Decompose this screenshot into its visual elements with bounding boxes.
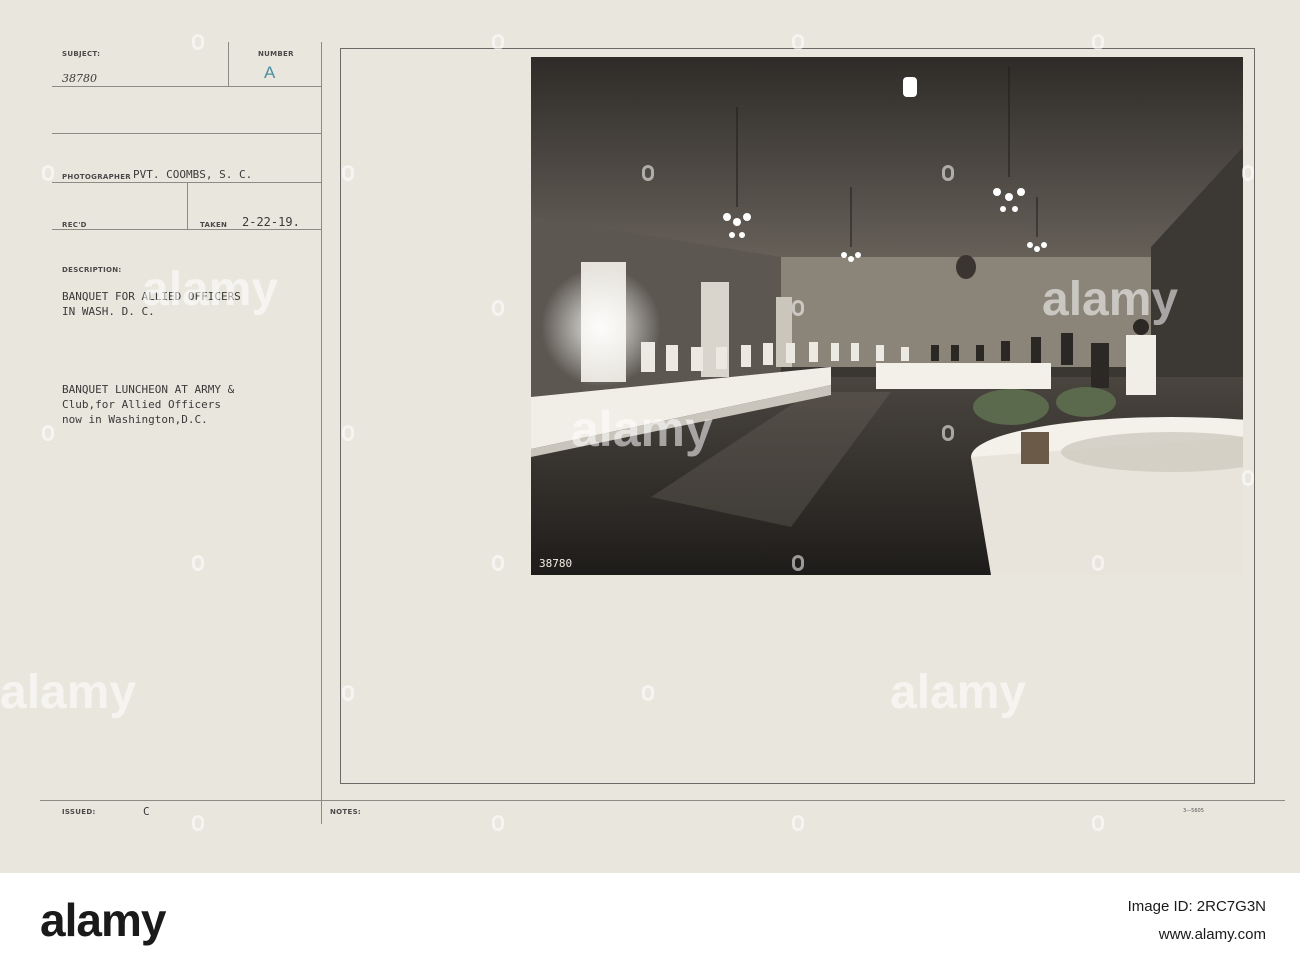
number-stamp: A: [264, 63, 276, 82]
watermark-mark: [942, 425, 954, 441]
subject-label: SUBJECT:: [62, 50, 101, 58]
watermark-mark: [342, 425, 354, 441]
watermark-top-left: alamy: [142, 263, 279, 316]
bottom-divider: [40, 800, 1285, 801]
watermark-mark: [192, 815, 204, 831]
caption-line-2: Club,for Allied Officers: [62, 398, 221, 411]
subject-number-divider: [228, 42, 229, 87]
watermark-mark: [192, 555, 204, 571]
watermark-mark: [492, 34, 504, 50]
watermark-mark: [1092, 34, 1104, 50]
watermark-mark: [642, 165, 654, 181]
watermark-mark: [1092, 815, 1104, 831]
watermark-photo-top: alamy: [1042, 273, 1179, 326]
vertical-divider-left: [321, 42, 322, 824]
recd-label: REC'D: [62, 221, 87, 229]
watermark-mark: [1092, 555, 1104, 571]
form-code: 3—5605: [1183, 808, 1204, 814]
watermark-mark: [942, 165, 954, 181]
number-label: NUMBER: [258, 50, 294, 58]
watermark-mark: [492, 815, 504, 831]
negative-number: 38780: [539, 557, 573, 570]
description-label: DESCRIPTION:: [62, 266, 122, 274]
watermark-mark: [792, 555, 804, 571]
watermark-mark: [792, 34, 804, 50]
watermark-mark: [1242, 165, 1254, 181]
watermark-mark: [42, 425, 54, 441]
watermark-center: alamy: [571, 401, 713, 457]
watermark-bottom-right: alamy: [890, 666, 1027, 719]
photographer-label: PHOTOGRAPHER: [62, 173, 131, 181]
watermark-mark: [792, 815, 804, 831]
subject-value: 38780: [62, 72, 97, 85]
header-divider: [52, 133, 321, 134]
alamy-logo[interactable]: alamy: [40, 893, 166, 947]
watermark-mark: [1242, 470, 1254, 486]
watermark-mark: [642, 685, 654, 701]
recd-taken-divider: [187, 183, 188, 229]
site-url[interactable]: www.alamy.com: [1159, 926, 1266, 943]
taken-underline: [52, 229, 321, 230]
watermark-bottom-left: alamy: [0, 666, 137, 719]
issued-label: ISSUED:: [62, 808, 96, 816]
watermark-mark: [42, 165, 54, 181]
taken-label: TAKEN: [200, 221, 228, 229]
subject-underline: [52, 86, 321, 87]
stock-footer: [0, 873, 1300, 963]
watermark-mark: [342, 165, 354, 181]
caption-line-3: now in Washington,D.C.: [62, 413, 208, 426]
photographer-value: PVT. COOMBS, S. C.: [133, 168, 253, 181]
archive-card: SUBJECT: 38780 NUMBER A PHOTOGRAPHER PVT…: [0, 0, 1300, 873]
taken-value: 2-22-19.: [242, 215, 300, 229]
watermark-mark: [492, 300, 504, 316]
image-id: Image ID: 2RC7G3N: [1127, 898, 1266, 915]
watermark-mark: [492, 555, 504, 571]
caption-line-1: BANQUET LUNCHEON AT ARMY &: [62, 383, 235, 396]
notes-label: NOTES:: [330, 808, 362, 816]
issued-value: C: [143, 805, 150, 818]
description-line-2: IN WASH. D. C.: [62, 305, 155, 318]
watermark-mark: [792, 300, 804, 316]
watermark-mark: [342, 685, 354, 701]
watermark-mark: [192, 34, 204, 50]
